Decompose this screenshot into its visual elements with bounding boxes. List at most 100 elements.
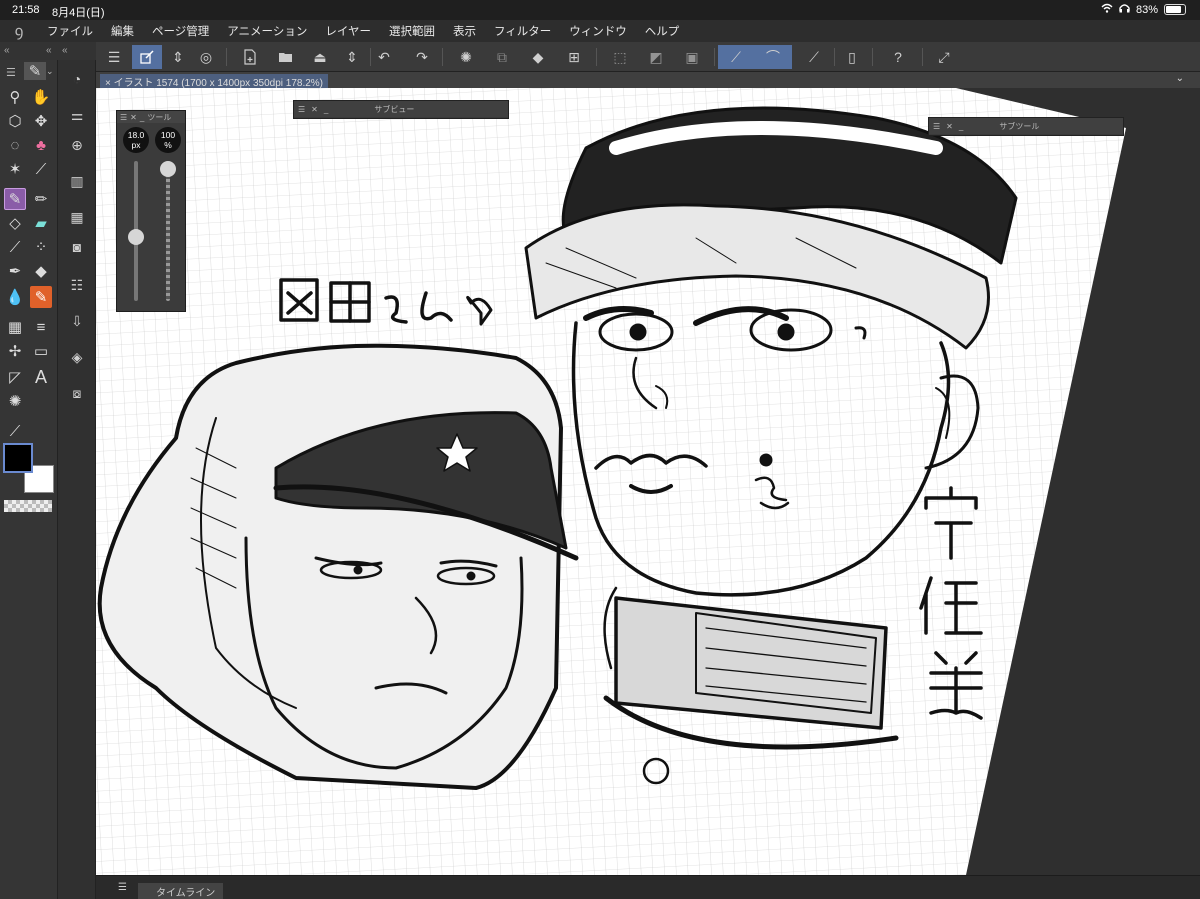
correction-icon[interactable]: ⟋	[4, 420, 26, 442]
close-icon[interactable]: ✕	[311, 105, 318, 114]
loading-icon[interactable]: ✺	[454, 45, 478, 69]
copy-icon[interactable]: ⧉	[490, 45, 514, 69]
blend-icon[interactable]: 💧	[4, 286, 26, 308]
menu-file[interactable]: ファイル	[38, 23, 102, 39]
balloon-icon[interactable]: ✺	[4, 390, 26, 412]
material-icon[interactable]: ⇩	[66, 310, 88, 332]
collapse-left-icon[interactable]: «	[4, 45, 10, 56]
color-set-icon[interactable]: ▦	[66, 206, 88, 228]
new-file-icon[interactable]	[238, 45, 262, 69]
cake-icon[interactable]: ♣	[30, 134, 52, 156]
panel-menu-icon[interactable]: ☰	[118, 882, 127, 893]
chevron-down-icon[interactable]: ⌄	[46, 66, 54, 77]
select-all-icon[interactable]: ▣	[680, 45, 704, 69]
undo-icon[interactable]: ↶	[372, 45, 396, 69]
ruler-snap-icon[interactable]: ⟋	[718, 45, 754, 69]
airbrush-icon[interactable]: ⁘	[30, 236, 52, 258]
menu-window[interactable]: ウィンドウ	[560, 23, 636, 39]
pen-icon[interactable]: ✎	[4, 188, 26, 210]
invert-selection-icon[interactable]: ◩	[644, 45, 668, 69]
smartphone-icon[interactable]: ▯	[840, 45, 864, 69]
expand-icon[interactable]: «	[46, 45, 52, 56]
text-icon[interactable]: A	[30, 366, 52, 388]
open-folder-icon[interactable]	[274, 45, 298, 69]
layers-icon[interactable]: ◈	[66, 346, 88, 368]
redo-icon[interactable]: ↷	[410, 45, 434, 69]
main-color-swatch[interactable]	[3, 443, 33, 473]
menu-animation[interactable]: アニメーション	[218, 23, 316, 39]
gradient-icon[interactable]: ▦	[4, 316, 26, 338]
panel-menu-icon[interactable]: ☰	[120, 113, 127, 122]
panel-menu-icon[interactable]: ☰	[6, 66, 16, 79]
minimize-icon[interactable]: _	[959, 122, 963, 131]
figure-icon[interactable]: ✢	[4, 340, 26, 362]
menu-selection[interactable]: 選択範囲	[380, 23, 444, 39]
eraser-icon[interactable]: ◇	[4, 212, 26, 234]
brush-size-readout[interactable]: 18.0 px	[123, 127, 149, 153]
menu-page[interactable]: ページ管理	[143, 23, 218, 39]
app-logo-icon[interactable]: ꝯ	[0, 21, 38, 41]
clear-selection-icon[interactable]: ⬚	[608, 45, 632, 69]
chevron-down-icon[interactable]: ⌄	[1176, 73, 1184, 84]
zoom-icon[interactable]: ⚲	[4, 86, 26, 108]
move-icon[interactable]: ✥	[30, 110, 52, 132]
canvas-area[interactable]	[96, 88, 1200, 875]
save-icon[interactable]: ⏏	[308, 45, 332, 69]
lasso-icon[interactable]: ◌	[4, 134, 26, 156]
color-wheel-icon[interactable]: ◙	[66, 236, 88, 258]
layer-property-icon[interactable]: ☷	[66, 274, 88, 296]
ruler-icon[interactable]: ◸	[4, 366, 26, 388]
fill-bucket-icon[interactable]: ◆	[30, 260, 52, 282]
minimize-icon[interactable]: _	[140, 113, 144, 122]
navigator-icon[interactable]: ◔	[66, 68, 88, 90]
updown-icon[interactable]: ⇕	[166, 45, 190, 69]
illustration-canvas[interactable]	[96, 88, 1200, 875]
close-icon[interactable]: ✕	[946, 122, 953, 131]
collapse-sub-icon[interactable]: «	[62, 45, 68, 56]
menu-edit[interactable]: 編集	[102, 23, 143, 39]
panel-menu-icon[interactable]: ☰	[298, 105, 305, 114]
canvas-tab[interactable]: × イラスト 1574 (1700 x 1400px 350dpi 178.2%…	[100, 74, 329, 89]
companion-icon[interactable]: ◎	[194, 45, 218, 69]
decoration-icon[interactable]: ✒	[4, 260, 26, 282]
tool-property-icon[interactable]: ⚌	[66, 104, 88, 126]
pencil-icon[interactable]: ✏	[30, 188, 52, 210]
brush-icon[interactable]: ⟋	[4, 236, 26, 258]
brush-size-slider-knob[interactable]	[128, 229, 144, 246]
timeline-tab[interactable]: タイムライン	[138, 883, 224, 899]
transparent-color-swatch[interactable]	[4, 500, 52, 512]
hatch-icon[interactable]: ≡	[30, 316, 52, 338]
eyedropper-icon[interactable]: ⟋	[30, 158, 52, 180]
opacity-readout[interactable]: 100%	[155, 127, 181, 153]
panel-menu-icon[interactable]: ☰	[933, 122, 940, 131]
fill-icon[interactable]: ◆	[526, 45, 550, 69]
operation-icon[interactable]: ⬡	[4, 110, 26, 132]
magic-wand-icon[interactable]: ✶	[4, 158, 26, 180]
brush-size-slider[interactable]	[128, 161, 144, 301]
hamburger-menu-icon[interactable]: ☰	[102, 45, 126, 69]
brush-size-panel: ☰ ✕ _ ツール 18.0 px 100%	[116, 110, 186, 312]
menu-filter[interactable]: フィルター	[485, 23, 560, 39]
timeline-film-icon[interactable]: ▥	[66, 170, 88, 192]
hand-icon[interactable]: ✋	[30, 86, 52, 108]
grid-snap-icon[interactable]: ⟋	[802, 45, 826, 69]
brush-size-icon[interactable]: ⊕	[66, 134, 88, 156]
close-icon[interactable]: ✕	[130, 113, 137, 122]
minimize-icon[interactable]: _	[324, 105, 328, 114]
menu-view[interactable]: 表示	[444, 23, 485, 39]
menu-help[interactable]: ヘルプ	[636, 23, 689, 39]
updown2-icon[interactable]: ⇕	[340, 45, 364, 69]
help-icon[interactable]: ?	[886, 45, 910, 69]
opacity-slider-knob[interactable]	[160, 161, 176, 177]
edit-canvas-icon[interactable]	[132, 45, 162, 69]
layer-search-icon[interactable]: ⧇	[66, 382, 88, 404]
menu-layer[interactable]: レイヤー	[316, 23, 380, 39]
fill-tool-icon[interactable]: ✎	[30, 286, 52, 308]
marker-icon[interactable]: ▰	[30, 212, 52, 234]
pen-tool-tab-icon[interactable]: ✎	[24, 62, 46, 80]
opacity-slider[interactable]	[160, 161, 176, 301]
fullscreen-icon[interactable]: ⤢	[932, 45, 956, 69]
special-ruler-icon[interactable]: ⌒	[754, 45, 792, 69]
frame-icon[interactable]: ▭	[30, 340, 52, 362]
transform-icon[interactable]: ⊞	[562, 45, 586, 69]
